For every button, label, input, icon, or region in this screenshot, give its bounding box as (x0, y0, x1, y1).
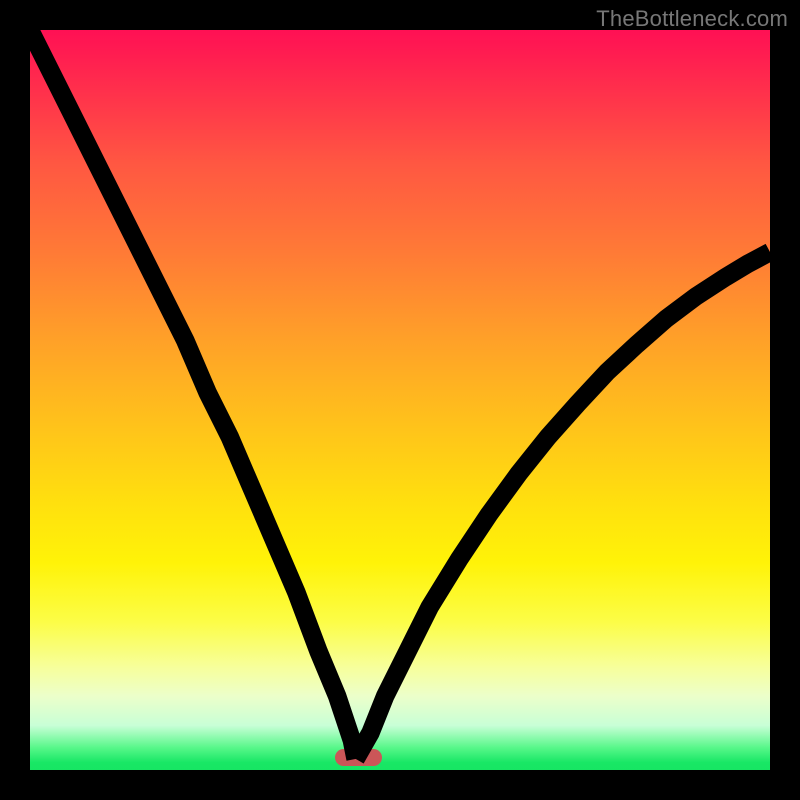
curve-left-branch (30, 30, 356, 759)
curve-layer (30, 30, 770, 770)
watermark-text: TheBottleneck.com (596, 6, 788, 32)
curve-right-branch (356, 252, 770, 759)
plot-area (30, 30, 770, 770)
chart-container: TheBottleneck.com (0, 0, 800, 800)
